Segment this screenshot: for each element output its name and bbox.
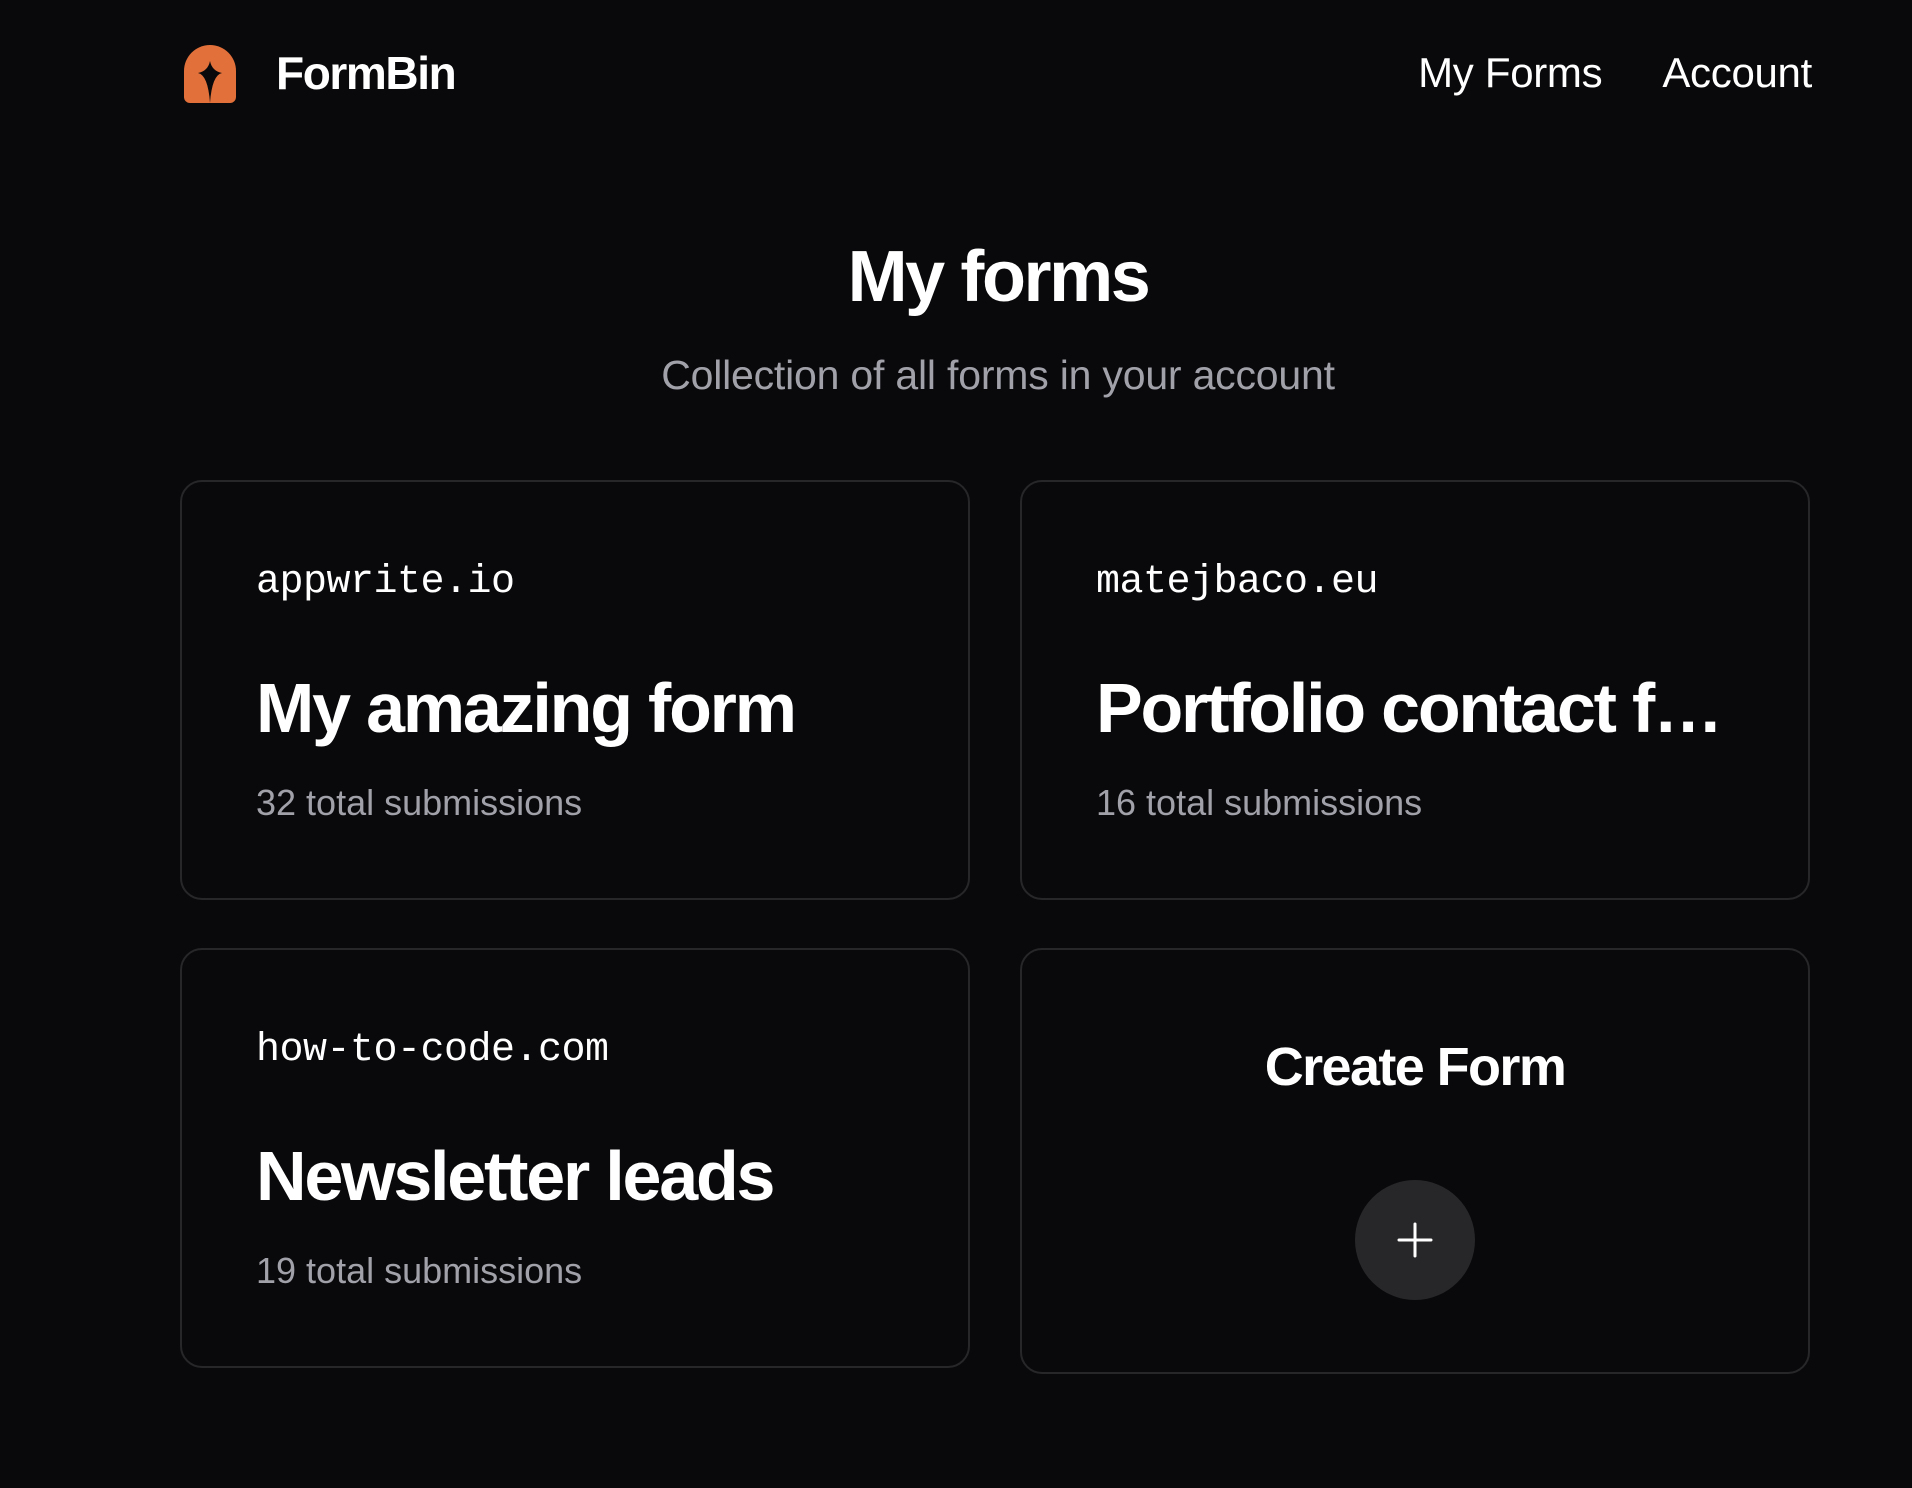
page-subtitle: Collection of all forms in your account (661, 352, 1335, 398)
form-card[interactable]: matejbaco.eu Portfolio contact form 16 t… (1020, 480, 1810, 900)
brand-link[interactable]: FormBin (180, 43, 457, 103)
form-submission-count: 16 total submissions (1096, 782, 1423, 823)
form-card[interactable]: appwrite.io My amazing form 32 total sub… (180, 480, 970, 900)
form-name: Newsletter leads (256, 1137, 775, 1215)
form-card[interactable]: how-to-code.com Newsletter leads 19 tota… (180, 948, 970, 1368)
page-title: My forms (847, 237, 1151, 317)
nav-account[interactable]: Account (1662, 49, 1812, 97)
create-form-button[interactable] (1355, 1180, 1475, 1300)
brand-name: FormBin (276, 47, 457, 99)
main-nav: My Forms Account (1418, 49, 1812, 97)
create-form-label: Create Form (1264, 1037, 1567, 1097)
form-domain: appwrite.io (256, 560, 515, 605)
form-name: Portfolio contact form (1096, 669, 1756, 747)
create-form-card[interactable]: Create Form (1020, 948, 1810, 1374)
plus-icon (1397, 1222, 1433, 1258)
form-domain: how-to-code.com (256, 1028, 609, 1073)
form-domain: matejbaco.eu (1096, 560, 1379, 605)
nav-my-forms[interactable]: My Forms (1418, 49, 1603, 97)
top-navbar: FormBin My Forms Account (180, 38, 1812, 108)
form-submission-count: 19 total submissions (256, 1250, 583, 1291)
form-name: My amazing form (256, 669, 797, 747)
formbin-logo-icon (184, 45, 236, 103)
form-submission-count: 32 total submissions (256, 782, 583, 823)
